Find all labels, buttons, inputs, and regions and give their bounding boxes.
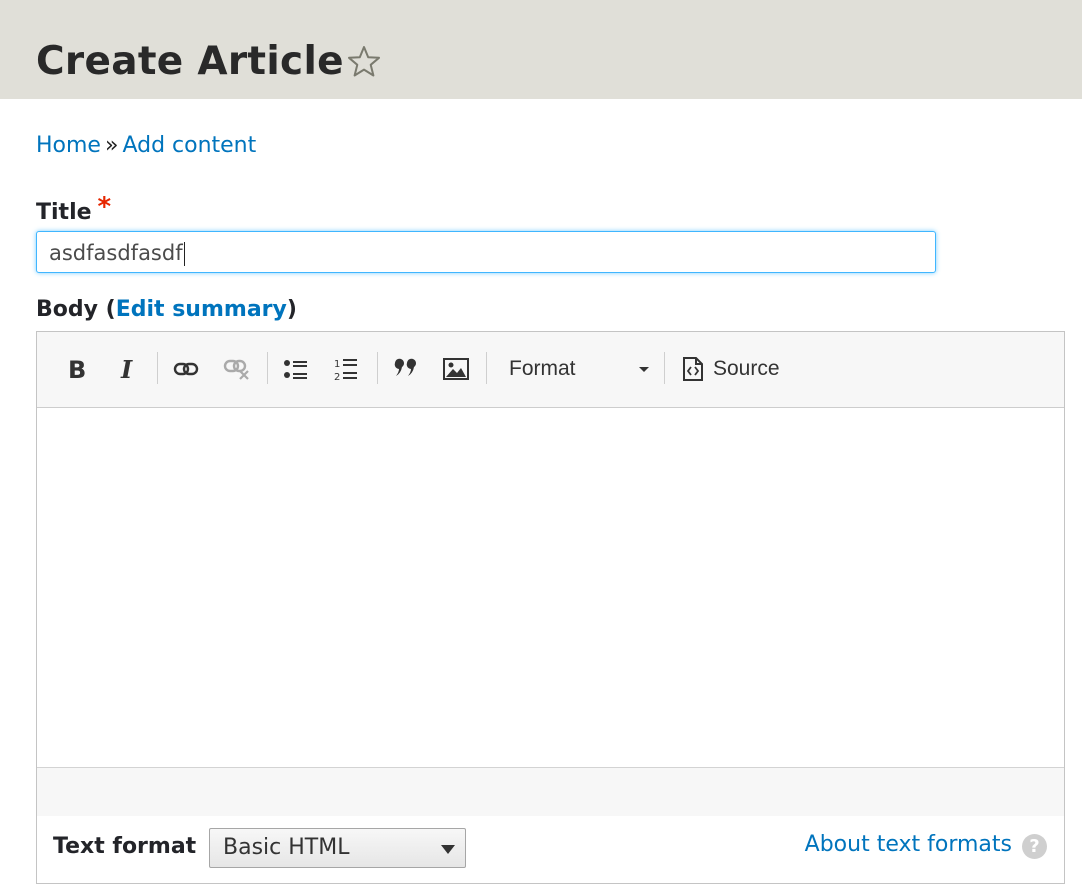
editor-status-bar	[37, 767, 1064, 817]
page-title: Create Article	[36, 39, 344, 84]
breadcrumb: Home» Add content	[36, 131, 256, 161]
link-button[interactable]	[169, 352, 203, 386]
text-format-row: Text format Basic HTML About text format…	[37, 816, 1064, 883]
body-close-paren: )	[286, 297, 297, 322]
toolbar-separator	[157, 352, 158, 384]
chevron-down-icon	[639, 367, 649, 372]
bold-icon: B	[68, 357, 86, 381]
bulleted-list-icon	[284, 360, 307, 379]
text-format-label: Text format	[53, 834, 197, 859]
image-button[interactable]	[439, 352, 473, 386]
blockquote-icon	[394, 358, 416, 376]
title-label: Title *	[36, 192, 111, 226]
required-marker: *	[97, 192, 112, 222]
toolbar-separator	[377, 352, 378, 384]
svg-text:B: B	[68, 357, 86, 381]
help-icon[interactable]: ?	[1022, 834, 1047, 859]
unlink-icon	[223, 359, 249, 380]
edit-summary-link[interactable]: Edit summary	[116, 297, 287, 322]
svg-text:I: I	[120, 357, 133, 381]
blockquote-button[interactable]	[389, 352, 423, 386]
text-format-selected: Basic HTML	[223, 835, 350, 860]
italic-button[interactable]: I	[111, 352, 145, 386]
link-icon	[173, 362, 199, 376]
about-text-formats-link[interactable]: About text formats	[805, 832, 1012, 857]
dropdown-arrow-icon	[441, 845, 455, 854]
breadcrumb-home-link[interactable]: Home	[36, 133, 101, 158]
editor-content-area[interactable]	[37, 408, 1064, 767]
toolbar-separator	[664, 352, 665, 384]
breadcrumb-add-content-link[interactable]: Add content	[122, 133, 256, 158]
editor-toolbar: B I 1 2 Format Source	[37, 332, 1064, 408]
title-input[interactable]: asdfasdfasdf	[36, 231, 936, 273]
star-icon[interactable]	[346, 44, 382, 80]
body-open-paren: (	[105, 297, 116, 322]
body-label-text: Body	[36, 297, 98, 322]
toolbar-separator	[486, 352, 487, 384]
format-dropdown-label: Format	[509, 357, 576, 380]
text-format-select[interactable]: Basic HTML	[209, 828, 466, 868]
italic-icon: I	[120, 357, 133, 381]
bold-button[interactable]: B	[60, 352, 94, 386]
source-icon	[683, 357, 703, 381]
page-header: Create Article	[0, 0, 1082, 99]
breadcrumb-separator: »	[104, 133, 119, 158]
body-editor: B I 1 2 Format Source Text format Basic …	[36, 331, 1065, 884]
title-input-value: asdfasdfasdf	[49, 241, 183, 265]
title-label-text: Title	[36, 200, 92, 225]
numbered-list-button[interactable]: 1 2	[329, 352, 363, 386]
format-dropdown[interactable]: Format	[509, 352, 649, 386]
bulleted-list-button[interactable]	[279, 352, 313, 386]
svg-text:2: 2	[334, 372, 340, 382]
body-label: Body (Edit summary)	[36, 297, 297, 322]
toolbar-separator	[267, 352, 268, 384]
source-button[interactable]: Source	[682, 352, 780, 386]
text-caret	[183, 242, 185, 266]
svg-text:1: 1	[334, 359, 340, 370]
image-icon	[443, 358, 469, 380]
numbered-list-icon: 1 2	[334, 359, 357, 382]
source-button-label: Source	[713, 357, 780, 380]
unlink-button[interactable]	[220, 352, 254, 386]
